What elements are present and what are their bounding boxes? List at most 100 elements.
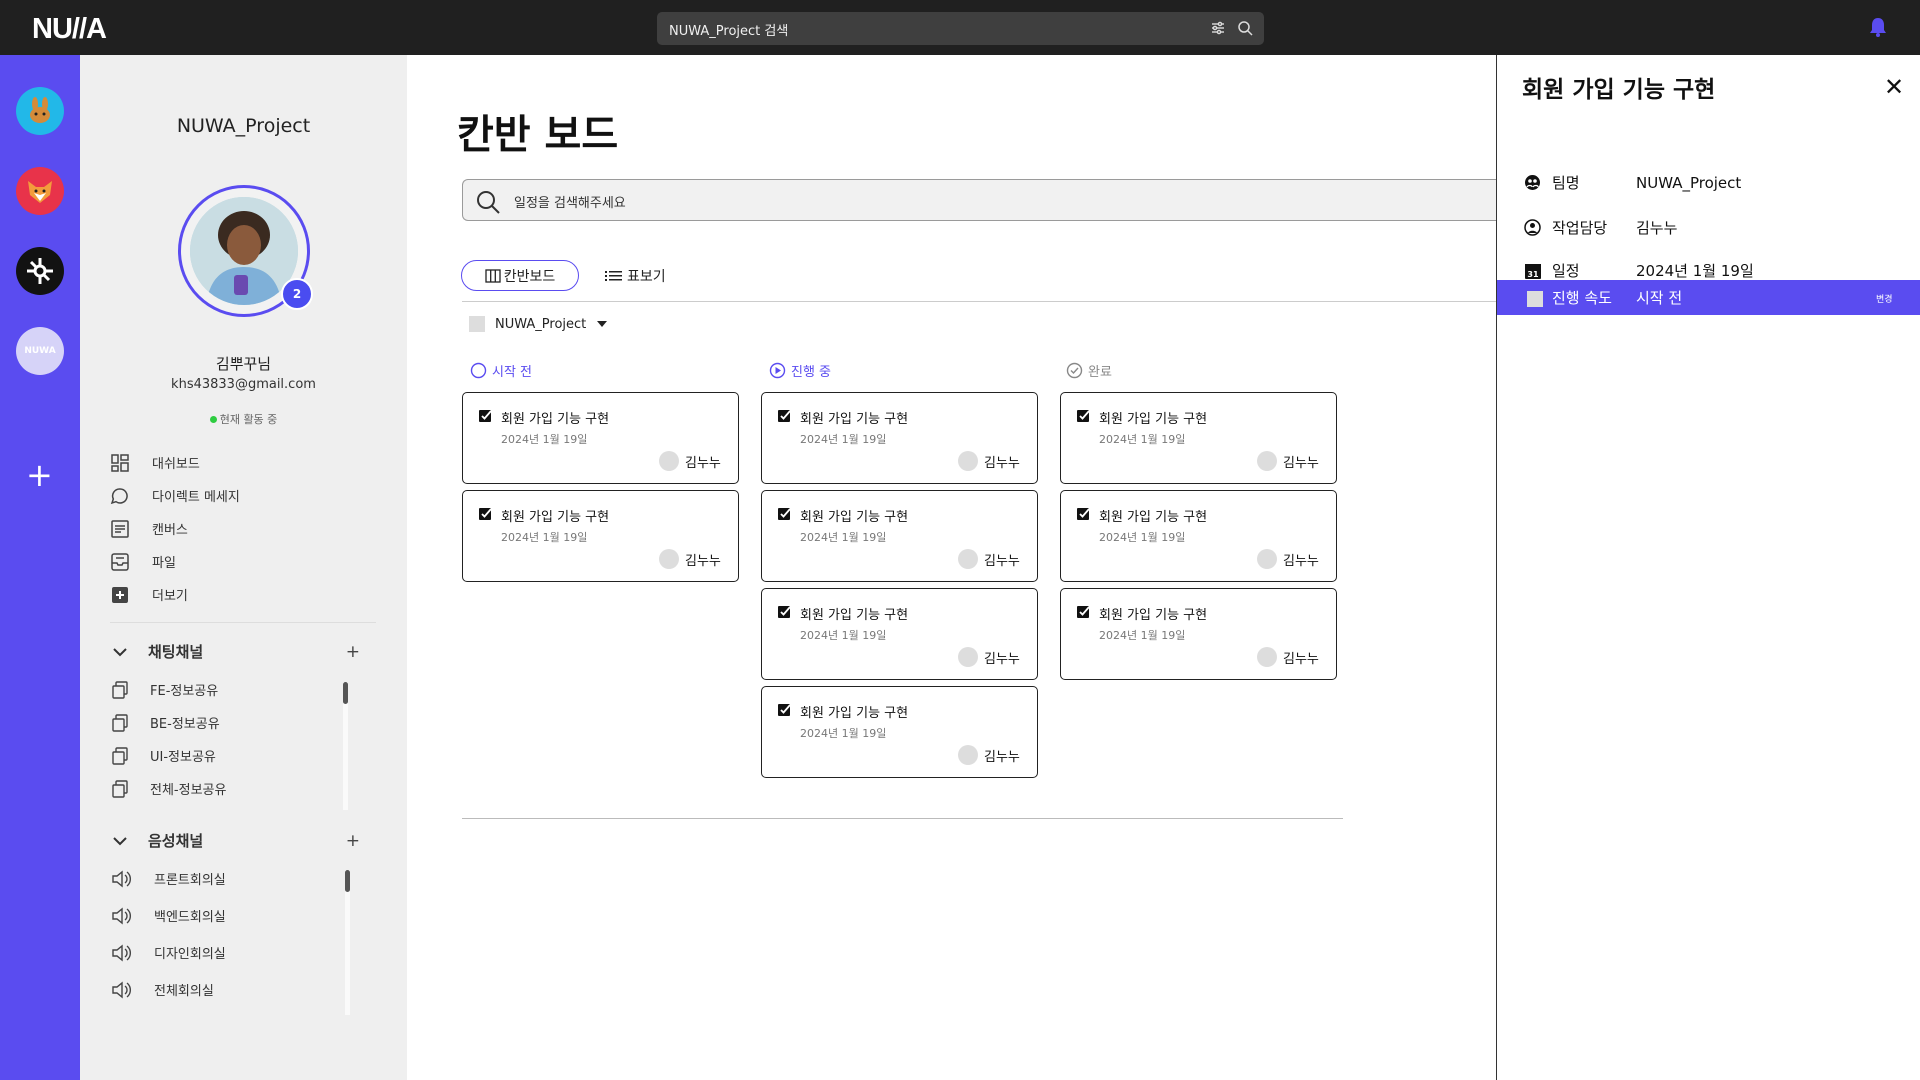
user-status-text: 현재 활동 중 [219, 413, 278, 426]
chat-channel-item[interactable]: BE-정보공유 [110, 706, 226, 739]
speaker-icon [112, 907, 131, 924]
chevron-down-icon[interactable] [110, 642, 130, 662]
voice-channel-item[interactable]: 전체회의실 [110, 971, 226, 1008]
detail-row-progress[interactable]: 진행 속도 시작 전 변경 [1497, 280, 1920, 315]
chat-channel-label: FE-정보공유 [150, 684, 219, 699]
card-assignee: 김누누 [1257, 647, 1319, 667]
voice-channel-item[interactable]: 프론트회의실 [110, 860, 226, 897]
tab-table[interactable]: 표보기 [605, 260, 666, 291]
kanban-card[interactable]: 회원 가입 기능 구현 2024년 1월 19일 김누누 [1060, 588, 1337, 680]
checkbox-edit-icon [778, 410, 791, 422]
kanban-card[interactable]: 회원 가입 기능 구현 2024년 1월 19일 김누누 [761, 490, 1038, 582]
empty-circle-icon [470, 362, 487, 379]
filter-sliders-icon[interactable] [1210, 20, 1226, 36]
kanban-card[interactable]: 회원 가입 기능 구현 2024년 1월 19일김누누 [1060, 392, 1337, 484]
assignee-name: 김누누 [984, 749, 1020, 765]
card-date: 2024년 1월 19일 [1099, 433, 1186, 446]
close-icon[interactable]: ✕ [1884, 75, 1904, 99]
assignee-name: 김누누 [685, 553, 721, 569]
project-filter-dropdown[interactable]: NUWA_Project [469, 316, 608, 332]
chat-channel-header[interactable]: 채팅채널 + [110, 641, 360, 662]
inbox-icon [111, 552, 129, 571]
chat-channel-item[interactable]: FE-정보공유 [110, 673, 226, 706]
column-header-inprogress: 진행 중 [769, 361, 831, 380]
card-title: 회원 가입 기능 구현 [501, 510, 610, 525]
fox-workspace[interactable] [16, 167, 64, 215]
profile-avatar[interactable]: 2 [178, 185, 313, 317]
voice-channel-header[interactable]: 음성채널 + [110, 830, 360, 851]
chevron-down-icon[interactable] [110, 831, 130, 851]
add-workspace-button[interactable]: + [26, 459, 53, 491]
nav-dashboard[interactable]: 대쉬보드 [110, 446, 240, 479]
kanban-card[interactable]: 회원 가입 기능 구현 2024년 1월 19일 김누누 [1060, 490, 1337, 582]
detail-label: 작업담당 [1552, 219, 1608, 237]
notification-badge: 2 [281, 278, 313, 310]
detail-label: 일정 [1552, 262, 1580, 280]
chat-scrollbar[interactable] [343, 682, 348, 704]
kanban-card[interactable]: 회원 가입 기능 구현 2024년 1월 19일김누누 [462, 490, 739, 582]
voice-channel-item[interactable]: 디자인회의실 [110, 934, 226, 971]
kanban-card[interactable]: 회원 가입 기능 구현 2024년 1월 19일 김누누 [761, 392, 1038, 484]
board-bottom-divider [462, 818, 1343, 819]
checkbox-edit-icon [778, 606, 791, 618]
nuwa-logo[interactable]: NU//A [32, 13, 107, 46]
chat-bubble-icon [110, 487, 128, 504]
kanban-card[interactable]: 회원 가입 기능 구현 2024년 1월 19일 김누누 [462, 392, 739, 484]
kanban-card[interactable]: 회원 가입 기능 구현 2024년 1월 19일 김누누 [761, 686, 1038, 778]
card-assignee: 김누누 [659, 451, 721, 471]
nav-more[interactable]: 더보기 [110, 578, 240, 611]
chat-channel-item[interactable]: UI-정보공유 [110, 739, 226, 772]
nav-files[interactable]: 파일 [110, 545, 240, 578]
speaker-icon [112, 981, 131, 998]
add-voice-channel-button[interactable]: + [346, 831, 360, 851]
caret-down-icon [597, 321, 608, 327]
checkbox-edit-icon [1077, 410, 1090, 422]
change-status-button[interactable]: 변경 [1876, 292, 1893, 305]
card-assignee: 김누누 [1257, 451, 1319, 471]
top-bar: NU//A NUWA_Project 검색 [0, 0, 1920, 55]
nav-canvas[interactable]: 캔버스 [110, 512, 240, 545]
project-sidebar: NUWA_Project 2 김뿌꾸님 khs43833@gmail.com 현… [80, 55, 407, 1080]
card-title: 회원 가입 기능 구현 [1099, 412, 1208, 427]
voice-channel-label: 백엔드회의실 [154, 910, 226, 925]
assignee-avatar [1257, 647, 1277, 667]
global-search-value: NUWA_Project 검색 [669, 24, 789, 39]
column-header-done: 완료 [1066, 361, 1112, 380]
column-header-todo: 시작 전 [470, 361, 532, 380]
kanban-main: 칸반 보드 일정을 검색해주세요 칸반보드 표보기 NUWA_Project 시… [407, 55, 1502, 1080]
voice-channel-label: 전체회의실 [154, 984, 214, 999]
card-title: 회원 가입 기능 구현 [800, 608, 909, 623]
nav-direct-message[interactable]: 다이렉트 메세지 [110, 479, 240, 512]
global-search-input[interactable]: NUWA_Project 검색 [657, 12, 1264, 45]
bell-icon[interactable] [1867, 16, 1889, 38]
kanban-card[interactable]: 회원 가입 기능 구현 2024년 1월 19일 김누누 [761, 588, 1038, 680]
card-date: 2024년 1월 19일 [501, 433, 588, 446]
chat-channel-item[interactable]: 전체-정보공유 [110, 772, 226, 805]
add-chat-channel-button[interactable]: + [346, 642, 360, 662]
detail-value: 김누누 [1636, 219, 1678, 237]
chat-channel-label: UI-정보공유 [150, 750, 216, 765]
card-date: 2024년 1월 19일 [1099, 531, 1186, 544]
voice-channel-list: 프론트회의실 백엔드회의실 디자인회의실 전체회의실 [110, 860, 226, 1008]
voice-channel-item[interactable]: 백엔드회의실 [110, 897, 226, 934]
card-date: 2024년 1월 19일 [501, 531, 588, 544]
calendar-icon: 31 [1525, 264, 1541, 279]
tab-kanban[interactable]: 칸반보드 [461, 260, 579, 291]
nuwa-workspace[interactable]: NUWA [16, 327, 64, 375]
tab-table-label: 표보기 [627, 268, 666, 285]
panel-title: 회원 가입 기능 구현 [1522, 77, 1716, 103]
bunny-workspace[interactable] [16, 87, 64, 135]
dark-workspace[interactable] [16, 247, 64, 295]
chat-channel-label: BE-정보공유 [150, 717, 220, 732]
search-icon[interactable] [1237, 20, 1253, 36]
chat-channel-label: 전체-정보공유 [150, 783, 227, 798]
sidebar-nav: 대쉬보드 다이렉트 메세지 캔버스 파일 더보기 [110, 446, 240, 611]
card-assignee: 김누누 [958, 745, 1020, 765]
schedule-search-input[interactable]: 일정을 검색해주세요 [462, 179, 1502, 221]
speaker-icon [112, 870, 131, 887]
nav-label: 캔버스 [152, 523, 188, 538]
voice-scrollbar[interactable] [345, 870, 350, 892]
card-date: 2024년 1월 19일 [1099, 629, 1186, 642]
card-title: 회원 가입 기능 구현 [800, 412, 909, 427]
user-icon [1524, 219, 1541, 236]
